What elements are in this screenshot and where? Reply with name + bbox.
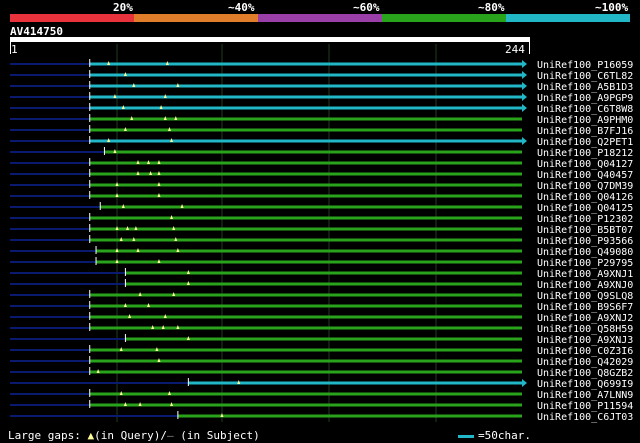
hit-row: UniRef100_Q42029 bbox=[10, 356, 633, 368]
hit-label: UniRef100_Q8GZB2 bbox=[537, 368, 633, 379]
hit-label: UniRef100_Q04126 bbox=[537, 192, 633, 203]
hit-label: UniRef100_A9PHM0 bbox=[537, 115, 633, 126]
hit-label: UniRef100_Q699I9 bbox=[537, 379, 633, 390]
hit-label: UniRef100_P93566 bbox=[537, 236, 633, 247]
gap-legend-prefix: Large gaps: bbox=[8, 429, 81, 442]
hit-row: UniRef100_P29795 bbox=[10, 257, 633, 269]
hit-row: UniRef100_B9S6F7 bbox=[10, 301, 633, 313]
hit-row: UniRef100_Q8GZB2 bbox=[10, 367, 633, 379]
hit-label: UniRef100_Q04125 bbox=[537, 203, 633, 214]
hit-label: UniRef100_C6T8W8 bbox=[537, 104, 633, 115]
hit-label: UniRef100_Q58H59 bbox=[537, 324, 633, 335]
hit-label: UniRef100_P11594 bbox=[537, 401, 633, 412]
hit-arrow-icon bbox=[522, 93, 527, 101]
hit-arrow-icon bbox=[522, 60, 527, 68]
hit-row: UniRef100_A9XNJ2 bbox=[10, 312, 633, 324]
hit-arrow-icon bbox=[522, 137, 527, 145]
hit-row: UniRef100_Q58H59 bbox=[10, 323, 633, 335]
hit-label: UniRef100_A7LNN9 bbox=[537, 390, 633, 401]
hit-row: UniRef100_C6JT03 bbox=[10, 411, 633, 423]
hit-row: UniRef100_A5B1D3 bbox=[10, 81, 633, 93]
hit-label: UniRef100_Q2PET1 bbox=[537, 137, 633, 148]
subject-gap-icon: – bbox=[166, 429, 174, 442]
hit-row: UniRef100_A9XNJ3 bbox=[10, 334, 633, 346]
hit-label: UniRef100_C6TL82 bbox=[537, 71, 633, 82]
hit-label: UniRef100_Q7DM39 bbox=[537, 181, 633, 192]
hit-label: UniRef100_A9XNJ3 bbox=[537, 335, 633, 346]
hit-row: UniRef100_P11594 bbox=[10, 400, 633, 412]
hit-row: UniRef100_Q40457 bbox=[10, 169, 633, 181]
gap-legend: Large gaps: ▲(in Query)/– (in Subject) bbox=[8, 429, 260, 442]
hit-row: UniRef100_Q04127 bbox=[10, 158, 633, 170]
hit-arrow-icon bbox=[522, 379, 527, 387]
hit-label: UniRef100_Q04127 bbox=[537, 159, 633, 170]
hit-row: UniRef100_B7FJ16 bbox=[10, 125, 633, 137]
hit-row: UniRef100_A7LNN9 bbox=[10, 389, 633, 401]
alignment-hit-plot: UniRef100_P16059UniRef100_C6TL82UniRef10… bbox=[10, 44, 633, 423]
hit-label: UniRef100_B7FJ16 bbox=[537, 126, 633, 137]
grid-lines bbox=[116, 44, 437, 422]
hit-row: UniRef100_Q04125 bbox=[10, 202, 633, 214]
scale-legend: =50char. bbox=[458, 429, 531, 442]
hit-label: UniRef100_B5BT07 bbox=[537, 225, 633, 236]
hit-arrow-icon bbox=[522, 82, 527, 90]
hit-label: UniRef100_P18212 bbox=[537, 148, 633, 159]
hit-row: UniRef100_C6TL82 bbox=[10, 70, 633, 82]
hit-label: UniRef100_A9XNJ1 bbox=[537, 269, 633, 280]
hit-row: UniRef100_Q04126 bbox=[10, 191, 633, 203]
hit-label: UniRef100_C0Z3I6 bbox=[537, 346, 633, 357]
hit-label: UniRef100_Q49080 bbox=[537, 247, 633, 258]
hit-label: UniRef100_C6JT03 bbox=[537, 412, 633, 423]
hit-row: UniRef100_Q49080 bbox=[10, 246, 633, 258]
hit-row: UniRef100_Q7DM39 bbox=[10, 180, 633, 192]
gap-legend-query: (in Query)/ bbox=[94, 429, 167, 442]
hit-arrow-icon bbox=[522, 104, 527, 112]
hit-label: UniRef100_Q40457 bbox=[537, 170, 633, 181]
hit-label: UniRef100_P16059 bbox=[537, 60, 633, 71]
hit-arrow-icon bbox=[522, 71, 527, 79]
hit-label: UniRef100_P12302 bbox=[537, 214, 633, 225]
gap-legend-subject: (in Subject) bbox=[180, 429, 260, 442]
hit-label: UniRef100_Q42029 bbox=[537, 357, 633, 368]
hit-row: UniRef100_A9XNJ0 bbox=[10, 279, 633, 291]
hit-label: UniRef100_Q9SLQ8 bbox=[537, 291, 633, 302]
hit-label: UniRef100_B9S6F7 bbox=[537, 302, 633, 313]
hit-row: UniRef100_A9PGP9 bbox=[10, 92, 633, 104]
hit-row: UniRef100_A9XNJ1 bbox=[10, 268, 633, 280]
hit-row: UniRef100_P18212 bbox=[10, 147, 633, 159]
hit-label: UniRef100_P29795 bbox=[537, 258, 633, 269]
scale-line-icon bbox=[458, 434, 474, 438]
hit-row: UniRef100_B5BT07 bbox=[10, 224, 633, 236]
hit-row: UniRef100_P12302 bbox=[10, 213, 633, 225]
hit-row: UniRef100_P93566 bbox=[10, 235, 633, 247]
hit-label: UniRef100_A9XNJ2 bbox=[537, 313, 633, 324]
hit-row: UniRef100_C0Z3I6 bbox=[10, 345, 633, 357]
hit-label: UniRef100_A9XNJ0 bbox=[537, 280, 633, 291]
hit-row: UniRef100_Q9SLQ8 bbox=[10, 290, 633, 302]
hit-row: UniRef100_A9PHM0 bbox=[10, 114, 633, 126]
hit-row: UniRef100_P16059 bbox=[10, 59, 633, 71]
scale-legend-text: =50char. bbox=[478, 429, 531, 442]
hit-label: UniRef100_A5B1D3 bbox=[537, 82, 633, 93]
hit-row: UniRef100_Q699I9 bbox=[10, 378, 633, 390]
hit-row: UniRef100_C6T8W8 bbox=[10, 103, 633, 115]
hit-list: UniRef100_P16059UniRef100_C6TL82UniRef10… bbox=[10, 59, 633, 423]
hit-row: UniRef100_Q2PET1 bbox=[10, 136, 633, 148]
hit-label: UniRef100_A9PGP9 bbox=[537, 93, 633, 104]
